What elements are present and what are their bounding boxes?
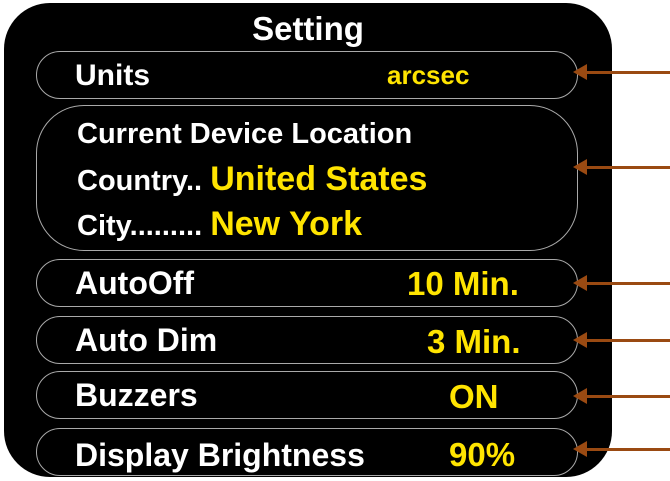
settings-screen: Setting Units arcsec Current Device Loca…: [4, 3, 612, 477]
screen-title: Setting: [252, 10, 364, 47]
autooff-setting-row[interactable]: AutoOff 10 Min.: [36, 259, 578, 307]
location-heading: Current Device Location: [77, 118, 413, 150]
brightness-value: 90%: [449, 436, 516, 473]
arrowhead-icon: [573, 388, 587, 404]
autodim-setting-row[interactable]: Auto Dim 3 Min.: [36, 316, 578, 364]
units-setting-row[interactable]: Units arcsec: [36, 51, 578, 99]
arrowhead-icon: [573, 64, 587, 80]
autodim-callout-arrow: [573, 332, 670, 348]
units-value: arcsec: [387, 60, 470, 90]
autooff-label: AutoOff: [75, 265, 195, 301]
units-label: Units: [75, 59, 150, 92]
buzzers-callout-arrow: [573, 388, 670, 404]
buzzers-label: Buzzers: [75, 377, 198, 413]
city-line: City......... New York: [77, 202, 362, 248]
autodim-value: 3 Min.: [427, 323, 521, 360]
country-line: Country.. United States: [77, 157, 427, 203]
arrowhead-icon: [573, 332, 587, 348]
arrowhead-icon: [573, 159, 587, 175]
location-setting-row[interactable]: Current Device Location Country.. United…: [36, 105, 578, 251]
autooff-value: 10 Min.: [407, 265, 519, 302]
brightness-setting-row[interactable]: Display Brightness 90%: [36, 428, 578, 476]
arrowhead-icon: [573, 441, 587, 457]
location-callout-arrow: [573, 159, 670, 175]
city-value: New York: [210, 205, 363, 243]
brightness-callout-arrow: [573, 441, 670, 457]
buzzers-setting-row[interactable]: Buzzers ON: [36, 371, 578, 419]
autodim-label: Auto Dim: [75, 322, 218, 358]
buzzers-value: ON: [449, 378, 499, 415]
brightness-label: Display Brightness: [75, 437, 365, 473]
country-label: Country..: [77, 165, 203, 197]
autooff-callout-arrow: [573, 275, 670, 291]
city-label: City.........: [77, 210, 203, 242]
country-value: United States: [210, 160, 428, 198]
units-callout-arrow: [573, 64, 670, 80]
arrowhead-icon: [573, 275, 587, 291]
